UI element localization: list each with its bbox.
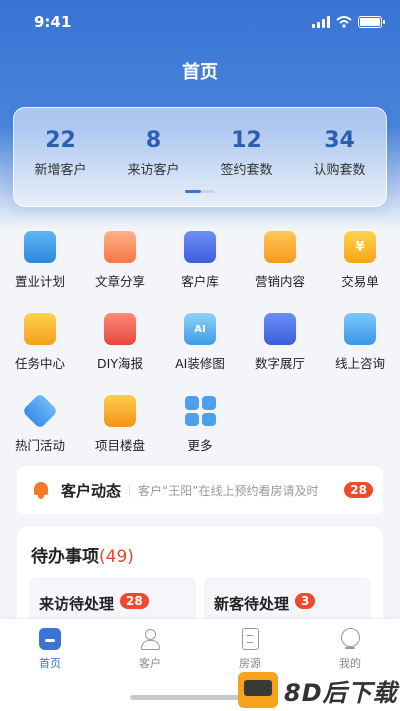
grid-label: 更多: [187, 438, 213, 453]
stat-label: 认购套数: [313, 163, 366, 178]
grid-item-ai-design[interactable]: AI AI装修图: [160, 308, 240, 374]
stat-value: 8: [145, 128, 162, 153]
poster-icon: [104, 313, 136, 345]
todo-heading: 待办事项(49): [17, 527, 383, 567]
grid-item-plan[interactable]: 置业计划: [0, 226, 80, 292]
grid-item-digital-hall[interactable]: 数字展厅: [240, 308, 320, 374]
watermark-logo: 8D后下载: [238, 672, 398, 708]
stat-label: 新增客户: [34, 163, 87, 178]
news-count-badge: 28: [344, 482, 373, 498]
grid-label: 数字展厅: [254, 356, 305, 371]
yen-icon: ¥: [344, 231, 376, 263]
grid-label: 客户库: [181, 274, 219, 289]
grid-item-consult[interactable]: 线上咨询: [320, 308, 400, 374]
watermark-icon: [238, 672, 278, 708]
stat-signed-units[interactable]: 12 签约套数: [200, 128, 293, 178]
grid-label: 热门活动: [14, 438, 65, 453]
watermark-text: 8D后下载: [284, 678, 398, 707]
todo-card-title: 新客待处理: [214, 595, 290, 613]
more-icon: [184, 395, 216, 427]
status-bar: 9:41: [0, 0, 400, 44]
grid-label: DIY海报: [97, 356, 143, 371]
bell-icon: [31, 480, 51, 500]
todo-count: (49): [99, 547, 134, 567]
grid-label: 置业计划: [14, 274, 65, 289]
chat-icon: [344, 313, 376, 345]
status-time: 9:41: [34, 13, 72, 31]
tab-home[interactable]: 首页: [0, 619, 100, 711]
stat-label: 签约套数: [220, 163, 273, 178]
building-icon: [104, 395, 136, 427]
carousel-indicator: [185, 190, 215, 193]
grid-item-poster[interactable]: DIY海报: [80, 308, 160, 374]
hall-icon: [264, 313, 296, 345]
stat-subscribed-units[interactable]: 34 认购套数: [293, 128, 386, 178]
tag-icon: [21, 392, 59, 430]
customer-activity-bar[interactable]: 客户动态 客户“王阳”在线上预约看房请及时 28: [17, 466, 383, 514]
news-text: 客户“王阳”在线上预约看房请及时: [138, 483, 319, 498]
grid-item-marketing[interactable]: 营销内容: [240, 226, 320, 292]
article-icon: [104, 231, 136, 263]
grid-label: 文章分享: [94, 274, 145, 289]
stat-visiting-customers[interactable]: 8 来访客户: [107, 128, 200, 178]
wifi-icon: [336, 16, 352, 28]
grid-item-events[interactable]: 热门活动: [0, 390, 80, 456]
stat-new-customers[interactable]: 22 新增客户: [14, 128, 107, 178]
grid-item-deal[interactable]: ¥ 交易单: [320, 226, 400, 292]
grid-item-task[interactable]: 任务中心: [0, 308, 80, 374]
home-icon: [39, 628, 61, 650]
ai-image-icon: AI: [184, 313, 216, 345]
stats-card: 22 新增客户 8 来访客户 12 签约套数 34 认购套数: [13, 107, 387, 207]
tab-label: 首页: [39, 657, 61, 670]
grid-label: 营销内容: [254, 274, 305, 289]
grid-item-article[interactable]: 文章分享: [80, 226, 160, 292]
stat-value: 12: [231, 128, 262, 153]
grid-item-customer-library[interactable]: 客户库: [160, 226, 240, 292]
feature-grid: 置业计划 文章分享 客户库 营销内容 ¥ 交易单 任务中心 DIY海报 AI A…: [0, 226, 400, 456]
stat-label: 来访客户: [127, 163, 180, 178]
todo-card-badge: 28: [120, 593, 149, 609]
tab-label: 客户: [139, 657, 161, 670]
grid-item-more[interactable]: 更多: [160, 390, 240, 456]
plan-icon: [24, 231, 56, 263]
grid-item-projects[interactable]: 项目楼盘: [80, 390, 160, 456]
news-title: 客户动态: [61, 481, 122, 500]
page-title: 首页: [182, 62, 218, 83]
stat-value: 34: [324, 128, 355, 153]
todo-card-badge: 3: [295, 593, 316, 609]
stat-value: 22: [45, 128, 76, 153]
grid-label: 交易单: [341, 274, 379, 289]
customer-library-icon: [184, 231, 216, 263]
signal-icon: [312, 16, 330, 28]
grid-label: 任务中心: [14, 356, 65, 371]
status-icons: [312, 16, 385, 28]
grid-label: 线上咨询: [334, 356, 385, 371]
grid-label: AI装修图: [175, 356, 225, 371]
listing-icon: [241, 628, 259, 650]
divider: [129, 483, 131, 497]
battery-icon: [358, 16, 385, 28]
todo-card-title: 来访待处理: [39, 595, 115, 613]
tab-label: 房源: [239, 657, 261, 670]
grid-label: 项目楼盘: [94, 438, 145, 453]
marketing-icon: [264, 231, 296, 263]
task-icon: [24, 313, 56, 345]
todo-title: 待办事项: [31, 547, 99, 567]
user-icon: [139, 628, 161, 650]
profile-icon: [339, 628, 361, 650]
tab-label: 我的: [339, 657, 361, 670]
